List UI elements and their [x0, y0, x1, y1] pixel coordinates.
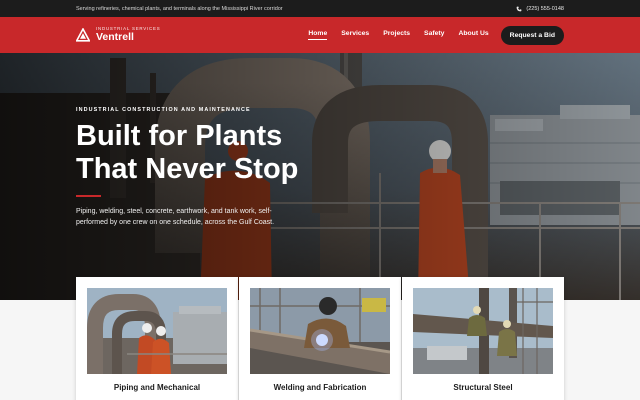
nav-item-about-us[interactable]: About Us [458, 30, 488, 40]
service-title-structural-steel: Structural Steel [453, 383, 513, 392]
utility-bar: Serving refineries, chemical plants, and… [0, 0, 640, 17]
nav-item-services[interactable]: Services [341, 30, 369, 40]
nav-item-projects[interactable]: Projects [383, 30, 410, 40]
announcement-text: Serving refineries, chemical plants, and… [76, 5, 283, 12]
phone-number: (225) 555-0148 [526, 5, 564, 12]
phone-icon [516, 6, 522, 11]
brand-tagline: INDUSTRIAL SERVICES [96, 26, 161, 32]
nav-item-safety[interactable]: Safety [424, 30, 444, 40]
structural-steel-photo [413, 288, 553, 374]
piping-photo [87, 288, 227, 374]
hero-headline: Built for Plants That Never Stop [76, 120, 299, 185]
service-title-welding: Welding and Fabrication [273, 383, 367, 392]
main-nav: INDUSTRIAL SERVICES Ventrell Home Servic… [0, 17, 640, 53]
nav-item-home[interactable]: Home [308, 30, 328, 40]
service-card-welding[interactable]: Welding and Fabrication [239, 277, 401, 400]
headline-accent-divider [76, 194, 101, 197]
hero-content: INDUSTRIAL CONSTRUCTION AND MAINTENANCE … [76, 107, 336, 229]
service-title-piping: Piping and Mechanical [113, 383, 201, 392]
request-bid-button[interactable]: Request a Bid [500, 25, 564, 45]
brand-name: Ventrell [96, 31, 134, 44]
hero-eyebrow: INDUSTRIAL CONSTRUCTION AND MAINTENANCE [76, 107, 251, 113]
brand-logo-link[interactable]: INDUSTRIAL SERVICES Ventrell [76, 26, 161, 44]
nav-menu: Home Services Projects Safety About Us [308, 30, 489, 40]
triangle-logo-icon [76, 28, 90, 42]
service-card-structural-steel[interactable]: Structural Steel [402, 277, 564, 400]
hero-subtext: Piping, welding, steel, concrete, earthw… [76, 207, 275, 227]
hero-section: INDUSTRIAL CONSTRUCTION AND MAINTENANCE … [0, 53, 640, 300]
phone-link[interactable]: (225) 555-0148 [516, 6, 564, 12]
service-card-piping[interactable]: Piping and Mechanical [76, 277, 238, 400]
welding-photo [250, 288, 390, 374]
